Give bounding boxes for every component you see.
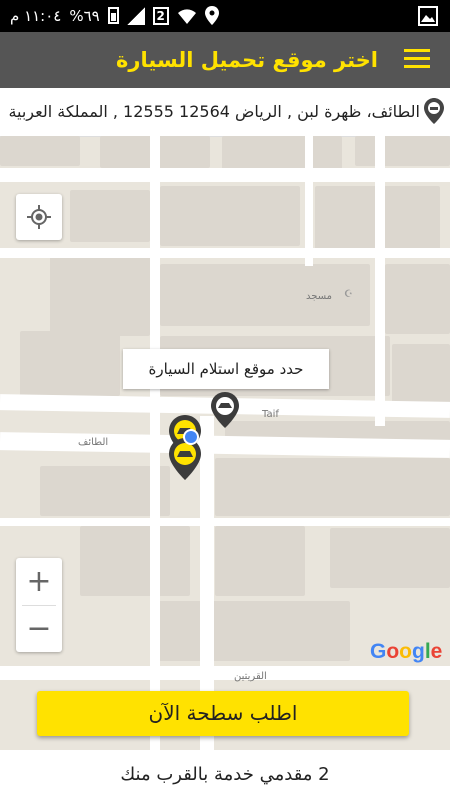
map-road	[305, 136, 313, 266]
location-icon	[204, 6, 219, 25]
district-label: القريتين	[234, 671, 267, 682]
wifi-icon	[177, 8, 196, 24]
page-title: اختر موقع تحميل السيارة	[116, 48, 378, 72]
nearby-providers-text: 2 مقدمي خدمة بالقرب منك	[0, 750, 450, 800]
map-block	[50, 256, 150, 336]
map-road	[0, 666, 450, 680]
map-block	[80, 526, 190, 596]
map-block	[70, 190, 150, 242]
map-block	[215, 526, 305, 596]
street-label-taif-ar: الطائف	[78, 437, 109, 448]
map-block	[355, 136, 450, 166]
map-block	[150, 601, 350, 661]
map-block	[20, 331, 120, 396]
map-road	[0, 518, 450, 526]
crosshair-icon	[27, 205, 51, 229]
sim-icon: 2	[152, 6, 169, 25]
map-road	[150, 136, 160, 750]
my-location-button[interactable]	[16, 194, 62, 240]
address-text: الطائف، ظهرة لبن , الرياض 12564 12555 , …	[6, 102, 420, 121]
battery-icon	[107, 7, 119, 24]
clock: ١١:٠٤ م	[10, 6, 62, 25]
mosque-label: مسجد	[306, 291, 332, 302]
app-header: اختر موقع تحميل السيارة	[0, 32, 450, 88]
signal-icon	[126, 6, 145, 25]
map-block	[385, 264, 450, 334]
request-tow-button[interactable]: اطلب سطحة الآن	[37, 691, 409, 736]
zoom-out-button[interactable]: −	[16, 605, 62, 652]
sim-label: 2	[156, 8, 165, 23]
address-bar[interactable]: الطائف، ظهرة لبن , الرياض 12564 12555 , …	[0, 88, 450, 137]
map-block	[392, 344, 450, 404]
status-bar: ١١:٠٤ م %٦٩ 2	[0, 0, 450, 32]
image-icon	[418, 6, 438, 26]
car-pin-icon	[424, 98, 444, 124]
status-right	[418, 6, 438, 30]
map-block	[0, 136, 80, 166]
map-block	[330, 528, 450, 588]
map-view[interactable]: ☪ مسجد Taif الطائف القريتين حدد موقع است…	[0, 136, 450, 750]
pickup-tooltip: حدد موقع استلام السيارة	[123, 349, 329, 389]
map-block	[222, 136, 342, 170]
zoom-divider	[22, 605, 56, 606]
battery-percent: %٦٩	[69, 6, 100, 25]
zoom-controls: + −	[16, 558, 62, 652]
status-left: ١١:٠٤ م %٦٩ 2	[10, 6, 219, 25]
mosque-icon: ☪	[344, 289, 353, 300]
street-label-taif-en: Taif	[262, 409, 279, 420]
google-logo: Google	[370, 640, 443, 663]
current-location-dot-icon	[183, 429, 199, 445]
map-block	[160, 186, 300, 246]
zoom-in-button[interactable]: +	[16, 558, 62, 605]
map-block	[215, 458, 450, 516]
menu-icon[interactable]	[404, 49, 430, 71]
map-road	[375, 136, 385, 426]
map-block	[160, 264, 370, 326]
tow-truck-marker-icon[interactable]	[211, 392, 239, 428]
